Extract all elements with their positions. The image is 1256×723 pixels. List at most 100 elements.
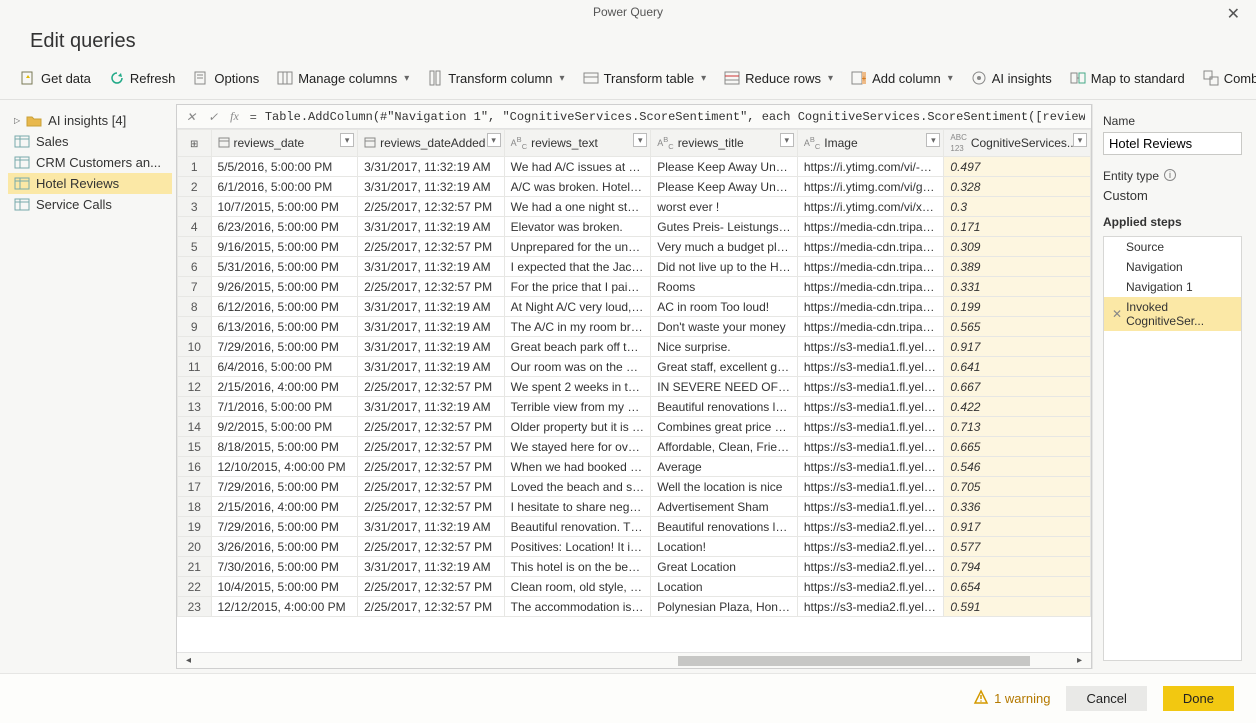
- row-number[interactable]: 1: [178, 157, 212, 177]
- row-number[interactable]: 17: [178, 477, 212, 497]
- cell[interactable]: 12/10/2015, 4:00:00 PM: [211, 457, 358, 477]
- cell[interactable]: https://s3-media1.fl.yelpcd...: [797, 437, 944, 457]
- sidebar-item[interactable]: Sales: [8, 131, 172, 152]
- row-number[interactable]: 16: [178, 457, 212, 477]
- cell[interactable]: 7/29/2016, 5:00:00 PM: [211, 517, 358, 537]
- table-row[interactable]: 15/5/2016, 5:00:00 PM3/31/2017, 11:32:19…: [178, 157, 1091, 177]
- row-number[interactable]: 9: [178, 317, 212, 337]
- cell[interactable]: https://i.ytimg.com/vi/xcEB...: [797, 197, 944, 217]
- cell[interactable]: 6/13/2016, 5:00:00 PM: [211, 317, 358, 337]
- table-row[interactable]: 65/31/2016, 5:00:00 PM3/31/2017, 11:32:1…: [178, 257, 1091, 277]
- cell[interactable]: Very much a budget place: [651, 237, 798, 257]
- cell[interactable]: The accommodation is bas...: [504, 597, 651, 617]
- scroll-right-icon[interactable]: ▸: [1074, 655, 1085, 666]
- query-name-input[interactable]: [1103, 132, 1242, 155]
- cell-sentiment[interactable]: 0.328: [944, 177, 1091, 197]
- cell[interactable]: https://media-cdn.tripadvi...: [797, 257, 944, 277]
- cell-sentiment[interactable]: 0.591: [944, 597, 1091, 617]
- table-row[interactable]: 149/2/2015, 5:00:00 PM2/25/2017, 12:32:5…: [178, 417, 1091, 437]
- cell-sentiment[interactable]: 0.917: [944, 517, 1091, 537]
- cell[interactable]: Nice surprise.: [651, 337, 798, 357]
- table-row[interactable]: 86/12/2016, 5:00:00 PM3/31/2017, 11:32:1…: [178, 297, 1091, 317]
- cell-sentiment[interactable]: 0.422: [944, 397, 1091, 417]
- cell[interactable]: 6/1/2016, 5:00:00 PM: [211, 177, 358, 197]
- cell[interactable]: Clean room, old style, 196...: [504, 577, 651, 597]
- cell-sentiment[interactable]: 0.713: [944, 417, 1091, 437]
- cell-sentiment[interactable]: 0.577: [944, 537, 1091, 557]
- cell[interactable]: https://media-cdn.tripadvi...: [797, 317, 944, 337]
- cell[interactable]: 10/7/2015, 5:00:00 PM: [211, 197, 358, 217]
- row-number[interactable]: 10: [178, 337, 212, 357]
- table-row[interactable]: 26/1/2016, 5:00:00 PM3/31/2017, 11:32:19…: [178, 177, 1091, 197]
- cell[interactable]: We had A/C issues at 3:30 ...: [504, 157, 651, 177]
- cell-sentiment[interactable]: 0.199: [944, 297, 1091, 317]
- cell[interactable]: Location!: [651, 537, 798, 557]
- cell[interactable]: https://s3-media1.fl.yelpcd...: [797, 417, 944, 437]
- cell[interactable]: Advertisement Sham: [651, 497, 798, 517]
- row-number[interactable]: 15: [178, 437, 212, 457]
- cell[interactable]: 5/31/2016, 5:00:00 PM: [211, 257, 358, 277]
- row-number[interactable]: 6: [178, 257, 212, 277]
- cell[interactable]: https://s3-media2.fl.yelpcd...: [797, 577, 944, 597]
- table-row[interactable]: 217/30/2016, 5:00:00 PM3/31/2017, 11:32:…: [178, 557, 1091, 577]
- cell-sentiment[interactable]: 0.705: [944, 477, 1091, 497]
- cell[interactable]: 2/25/2017, 12:32:57 PM: [358, 577, 505, 597]
- cell[interactable]: 3/31/2017, 11:32:19 AM: [358, 397, 505, 417]
- cell[interactable]: Beautiful renovations locat...: [651, 517, 798, 537]
- cell[interactable]: 3/31/2017, 11:32:19 AM: [358, 157, 505, 177]
- horizontal-scrollbar[interactable]: ◂ ▸: [177, 652, 1091, 668]
- cell[interactable]: 2/25/2017, 12:32:57 PM: [358, 477, 505, 497]
- table-row[interactable]: 96/13/2016, 5:00:00 PM3/31/2017, 11:32:1…: [178, 317, 1091, 337]
- cell[interactable]: 3/31/2017, 11:32:19 AM: [358, 177, 505, 197]
- fx-icon[interactable]: fx: [227, 109, 242, 124]
- cell[interactable]: https://s3-media2.fl.yelpcd...: [797, 537, 944, 557]
- cell-sentiment[interactable]: 0.171: [944, 217, 1091, 237]
- cell[interactable]: https://i.ytimg.com/vi/-3sD...: [797, 157, 944, 177]
- row-number[interactable]: 7: [178, 277, 212, 297]
- cell[interactable]: 5/5/2016, 5:00:00 PM: [211, 157, 358, 177]
- cell[interactable]: 2/25/2017, 12:32:57 PM: [358, 597, 505, 617]
- applied-step[interactable]: Navigation 1: [1104, 277, 1241, 297]
- cell[interactable]: Great staff, excellent getaw...: [651, 357, 798, 377]
- cell-sentiment[interactable]: 0.654: [944, 577, 1091, 597]
- cell[interactable]: https://s3-media1.fl.yelpcd...: [797, 337, 944, 357]
- cell[interactable]: https://s3-media2.fl.yelpcd...: [797, 517, 944, 537]
- cell[interactable]: 9/16/2015, 5:00:00 PM: [211, 237, 358, 257]
- cell[interactable]: 2/25/2017, 12:32:57 PM: [358, 437, 505, 457]
- row-header-corner[interactable]: ⊞: [178, 130, 212, 157]
- table-row[interactable]: 107/29/2016, 5:00:00 PM3/31/2017, 11:32:…: [178, 337, 1091, 357]
- cell[interactable]: 6/4/2016, 5:00:00 PM: [211, 357, 358, 377]
- row-number[interactable]: 23: [178, 597, 212, 617]
- cell[interactable]: Polynesian Plaza, Honolulu: [651, 597, 798, 617]
- cell[interactable]: 2/25/2017, 12:32:57 PM: [358, 417, 505, 437]
- table-row[interactable]: 177/29/2016, 5:00:00 PM2/25/2017, 12:32:…: [178, 477, 1091, 497]
- row-number[interactable]: 21: [178, 557, 212, 577]
- ai-insights-button[interactable]: AI insights: [965, 67, 1058, 89]
- options-button[interactable]: Options: [187, 67, 265, 89]
- cell[interactable]: 3/31/2017, 11:32:19 AM: [358, 557, 505, 577]
- applied-step[interactable]: Source: [1104, 237, 1241, 257]
- row-number[interactable]: 8: [178, 297, 212, 317]
- cell[interactable]: Please Keep Away Until Co...: [651, 177, 798, 197]
- reduce-rows-button[interactable]: Reduce rows ▾: [718, 67, 839, 89]
- column-filter-icon[interactable]: ▾: [926, 133, 940, 147]
- cancel-button[interactable]: Cancel: [1066, 686, 1146, 711]
- table-row[interactable]: 46/23/2016, 5:00:00 PM3/31/2017, 11:32:1…: [178, 217, 1091, 237]
- column-filter-icon[interactable]: ▾: [780, 133, 794, 147]
- cell[interactable]: IN SEVERE NEED OF UPDA...: [651, 377, 798, 397]
- cell[interactable]: 2/25/2017, 12:32:57 PM: [358, 377, 505, 397]
- row-number[interactable]: 3: [178, 197, 212, 217]
- cell[interactable]: https://s3-media1.fl.yelpcd...: [797, 357, 944, 377]
- cell[interactable]: When we had booked this ...: [504, 457, 651, 477]
- cell[interactable]: https://i.ytimg.com/vi/gV...: [797, 177, 944, 197]
- table-row[interactable]: 182/15/2016, 4:00:00 PM2/25/2017, 12:32:…: [178, 497, 1091, 517]
- cell[interactable]: 2/15/2016, 4:00:00 PM: [211, 377, 358, 397]
- cell[interactable]: At Night A/C very loud, als...: [504, 297, 651, 317]
- cell-sentiment[interactable]: 0.497: [944, 157, 1091, 177]
- cell[interactable]: 3/26/2016, 5:00:00 PM: [211, 537, 358, 557]
- scroll-left-icon[interactable]: ◂: [183, 655, 194, 666]
- table-row[interactable]: 203/26/2016, 5:00:00 PM2/25/2017, 12:32:…: [178, 537, 1091, 557]
- cell[interactable]: 3/31/2017, 11:32:19 AM: [358, 217, 505, 237]
- cell[interactable]: 2/25/2017, 12:32:57 PM: [358, 277, 505, 297]
- cell[interactable]: 7/29/2016, 5:00:00 PM: [211, 477, 358, 497]
